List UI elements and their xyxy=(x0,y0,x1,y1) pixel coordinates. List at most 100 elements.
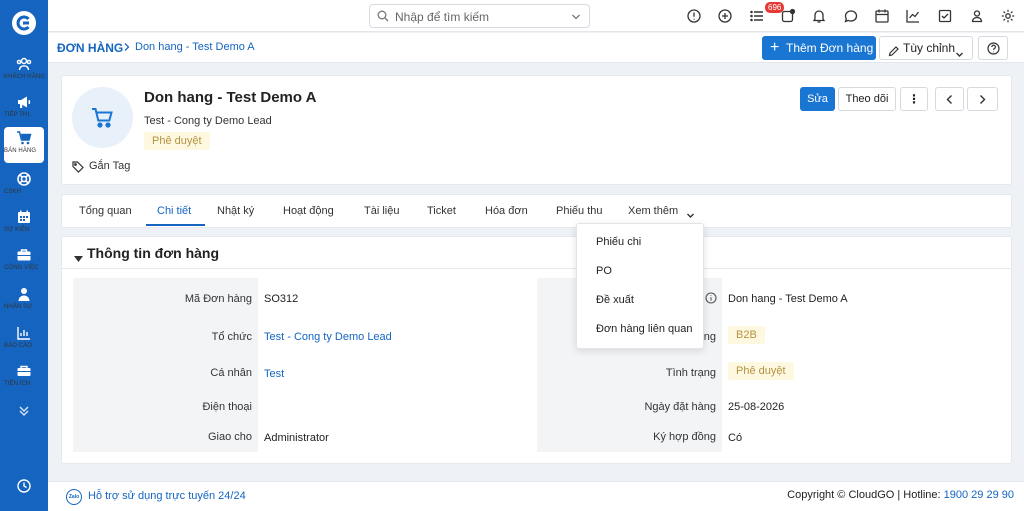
gear-icon[interactable] xyxy=(1000,8,1016,24)
sidebar-item-support[interactable]: CSKH xyxy=(4,168,44,204)
sidebar-item-hr[interactable]: NHÂN SỰ xyxy=(4,283,44,319)
hotline-number[interactable]: 1900 29 29 90 xyxy=(944,489,1014,501)
add-circle-icon[interactable] xyxy=(717,8,733,24)
tag-icon[interactable] xyxy=(72,161,84,176)
sidebar-item-label: TIẾP THỊ xyxy=(4,112,30,118)
chevron-down-icon xyxy=(955,44,964,66)
tab-overview[interactable]: Tổng quan xyxy=(79,205,132,217)
more-tabs-dropdown: Phiếu chi PO Đề xuất Đơn hàng liên quan xyxy=(576,223,704,349)
plus-icon: + xyxy=(770,39,780,56)
sidebar-item-tasks[interactable]: CÔNG VIỆC xyxy=(4,244,44,280)
tab-documents[interactable]: Tài liệu xyxy=(364,205,399,217)
field-value-status: Phê duyệt xyxy=(728,362,794,380)
follow-button[interactable]: Theo dõi xyxy=(838,87,896,111)
more-options-button[interactable]: ⋮ xyxy=(900,87,928,111)
sidebar-item-reports[interactable]: BÁO CÁO xyxy=(4,322,44,358)
next-record-button[interactable] xyxy=(967,87,998,111)
field-label-phone: Điện thoại xyxy=(202,401,252,413)
double-chevron-down-icon xyxy=(4,401,44,421)
sidebar-item-label: CÔNG VIỆC xyxy=(4,265,39,271)
sidebar-history-button[interactable] xyxy=(4,475,44,495)
sidebar-item-sales[interactable]: BÁN HÀNG xyxy=(4,127,44,163)
field-label-type: ng xyxy=(703,331,716,343)
field-value-organization[interactable]: Test - Cong ty Demo Lead xyxy=(264,331,392,343)
order-details-card: Thông tin đơn hàng Mã Đơn hàng SO312 Tổ … xyxy=(61,236,1012,464)
section-divider xyxy=(62,268,1011,269)
chat-icon[interactable] xyxy=(843,8,859,24)
calendar-icon[interactable] xyxy=(874,8,890,24)
alert-icon[interactable] xyxy=(686,8,702,24)
tab-activity[interactable]: Hoạt động xyxy=(283,205,334,217)
info-icon[interactable] xyxy=(705,292,717,307)
sidebar-expand-button[interactable] xyxy=(4,401,44,419)
edit-button[interactable]: Sửa xyxy=(800,87,835,111)
zalo-icon[interactable]: Zalo xyxy=(66,489,82,505)
field-value-order-date: 25-08-2026 xyxy=(728,401,785,413)
previous-record-button[interactable] xyxy=(935,87,964,111)
record-header-card: Don hang - Test Demo A Test - Cong ty De… xyxy=(61,75,1012,185)
record-tabs: Tổng quan Chi tiết Nhật ký Hoạt động Tài… xyxy=(61,194,1012,228)
search-input[interactable]: Nhập để tìm kiếm xyxy=(395,10,489,24)
dropdown-item-po[interactable]: PO xyxy=(596,265,612,277)
bell-icon[interactable] xyxy=(811,8,827,24)
copyright-prefix: Copyright © CloudGO | Hotline: xyxy=(787,489,944,501)
task-check-icon[interactable] xyxy=(937,8,953,24)
toolbox-icon xyxy=(4,360,44,380)
add-order-label: Thêm Đơn hàng xyxy=(786,41,874,55)
field-label-contract-signed: Ký hợp đồng xyxy=(653,431,716,443)
field-label-organization: Tổ chức xyxy=(211,331,252,343)
customize-label: Tùy chỉnh xyxy=(903,41,956,55)
sidebar-item-label: NHÂN SỰ xyxy=(4,304,33,310)
global-search[interactable]: Nhập để tìm kiếm xyxy=(369,4,590,28)
record-subtitle: Test - Cong ty Demo Lead xyxy=(144,115,272,127)
sidebar: KHÁCH HÀNG TIẾP THỊ BÁN HÀNG CSKH SỰ KIỆ… xyxy=(0,0,48,511)
copyright-text: Copyright © CloudGO | Hotline: 1900 29 2… xyxy=(787,489,1014,501)
list-icon[interactable] xyxy=(749,8,765,24)
help-button[interactable] xyxy=(978,36,1008,60)
tab-receipt[interactable]: Phiếu thu xyxy=(556,205,602,217)
cloudgo-logo[interactable] xyxy=(12,11,36,35)
sidebar-item-customers[interactable]: KHÁCH HÀNG xyxy=(4,53,45,89)
tab-details[interactable]: Chi tiết xyxy=(157,205,191,217)
dropdown-item-related-orders[interactable]: Đơn hàng liên quan xyxy=(596,323,693,335)
tab-more[interactable]: Xem thêm xyxy=(628,205,678,217)
clock-icon xyxy=(4,475,44,495)
support-link[interactable]: Hỗ trợ sử dụng trực tuyến 24/24 xyxy=(88,490,246,502)
add-order-button[interactable]: + Thêm Đơn hàng xyxy=(762,36,876,60)
field-value-type: B2B xyxy=(728,326,765,344)
sidebar-item-marketing[interactable]: TIẾP THỊ xyxy=(4,91,44,127)
notification-badge: 696 xyxy=(765,2,785,13)
dropdown-item-payment-voucher[interactable]: Phiếu chi xyxy=(596,236,641,248)
user-icon[interactable] xyxy=(969,8,985,24)
calendar-icon xyxy=(4,206,44,226)
section-title: Thông tin đơn hàng xyxy=(87,245,220,261)
tab-invoice[interactable]: Hóa đơn xyxy=(485,205,528,217)
sidebar-item-utilities[interactable]: TIỆN ÍCH xyxy=(4,360,44,396)
customize-button[interactable]: Tùy chỉnh xyxy=(879,36,973,60)
tab-ticket[interactable]: Ticket xyxy=(427,205,456,217)
caret-down-icon[interactable] xyxy=(74,251,83,265)
breadcrumb-root[interactable]: ĐƠN HÀNG xyxy=(57,41,123,55)
vertical-dots-icon: ⋮ xyxy=(908,92,920,106)
dropdown-item-proposal[interactable]: Đề xuất xyxy=(596,294,634,306)
field-value-contact[interactable]: Test xyxy=(264,368,284,380)
field-label-assigned-to: Giao cho xyxy=(207,431,252,443)
field-label-status: Tình trạng xyxy=(665,367,716,379)
sidebar-item-label: CSKH xyxy=(4,189,22,195)
report-icon xyxy=(4,322,44,342)
chart-icon[interactable] xyxy=(905,8,921,24)
field-label-contact: Cá nhân xyxy=(210,367,252,379)
sidebar-item-label: BÁN HÀNG xyxy=(4,148,37,154)
sidebar-item-label: BÁO CÁO xyxy=(4,343,33,349)
users-icon xyxy=(4,53,44,73)
field-label-order-date: Ngày đặt hàng xyxy=(644,401,716,413)
sidebar-item-label: SỰ KIỆN xyxy=(4,227,30,233)
cart-icon xyxy=(4,127,44,147)
tab-log[interactable]: Nhật ký xyxy=(217,205,254,217)
sidebar-item-events[interactable]: SỰ KIỆN xyxy=(4,206,44,242)
add-tag-link[interactable]: Gắn Tag xyxy=(89,160,130,172)
pencil-icon xyxy=(888,42,899,64)
active-tab-indicator xyxy=(146,224,205,226)
breadcrumb-current: Don hang - Test Demo A xyxy=(135,41,255,53)
footer: Zalo Hỗ trợ sử dụng trực tuyến 24/24 Cop… xyxy=(48,481,1024,511)
